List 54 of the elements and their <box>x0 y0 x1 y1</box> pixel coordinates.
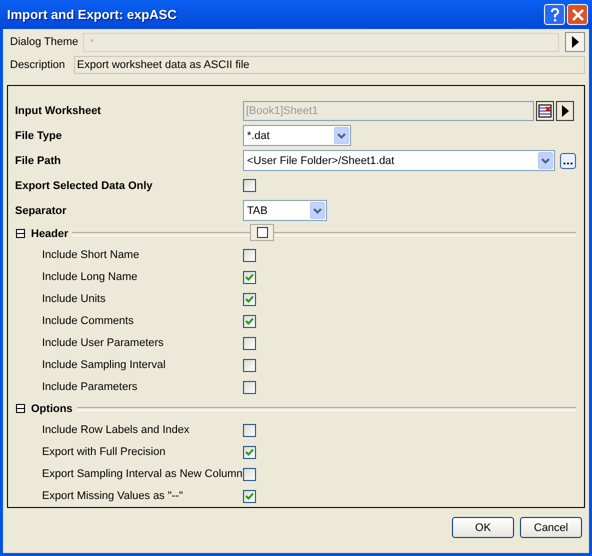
option-label: Include Comments <box>41 315 135 327</box>
checkbox[interactable] <box>243 380 256 394</box>
checkbox[interactable] <box>243 336 256 350</box>
field-label: File Type <box>15 130 63 142</box>
field-label: File Path <box>15 154 62 166</box>
option-label: Include Short Name <box>41 249 140 261</box>
cancel-button[interactable]: Cancel <box>520 517 582 538</box>
window-title: Import and Export: expASC <box>7 7 177 22</box>
caret-icon[interactable] <box>313 208 322 214</box>
field-label: Input Worksheet <box>15 104 102 116</box>
close-button[interactable] <box>567 4 588 25</box>
option-label: Export Sampling Interval as New Column <box>41 468 243 480</box>
arrow-right-icon[interactable] <box>561 104 569 116</box>
arrow-right-icon[interactable] <box>571 36 579 48</box>
theme-menu-button[interactable] <box>565 32 585 52</box>
ellipsis-icon[interactable] <box>563 162 573 164</box>
checkbox[interactable] <box>243 446 256 458</box>
collapse-icon[interactable] <box>16 404 25 413</box>
checkbox[interactable] <box>243 248 256 262</box>
close-icon[interactable] <box>570 8 584 22</box>
checkbox[interactable] <box>243 490 256 502</box>
option-label: Include Row Labels and Index <box>41 424 190 436</box>
field-label: Export Selected Data Only <box>15 180 154 192</box>
browse-button[interactable] <box>560 152 576 168</box>
checkbox[interactable] <box>243 292 256 306</box>
dropdown[interactable]: <User File Folder>/Sheet1.dat <box>243 150 555 171</box>
ok-button[interactable]: OK <box>452 517 514 538</box>
dropdown[interactable]: *.dat <box>243 125 351 146</box>
option-label: Include User Parameters <box>41 337 165 349</box>
description-field: Export worksheet data as ASCII file <box>74 56 585 74</box>
option-label: Include Long Name <box>41 271 138 283</box>
worksheet-select-icon[interactable] <box>536 100 554 120</box>
field-label: Separator <box>15 204 68 216</box>
checkbox[interactable] <box>243 358 256 372</box>
group-title: Header <box>31 228 68 240</box>
option-label: Export Missing Values as "--" <box>41 490 184 502</box>
checkbox[interactable] <box>243 270 256 284</box>
collapse-icon[interactable] <box>16 229 25 238</box>
option-label: Include Units <box>41 293 107 305</box>
caret-icon[interactable] <box>541 158 550 164</box>
checkbox[interactable] <box>243 468 256 480</box>
toggle-all-button[interactable] <box>250 224 274 240</box>
help-button[interactable] <box>544 4 565 25</box>
field-label: Description <box>9 59 66 71</box>
option-label: Include Parameters <box>41 381 138 393</box>
option-label: Include Sampling Interval <box>41 359 167 371</box>
dropdown[interactable]: TAB <box>243 200 327 221</box>
checkbox[interactable] <box>243 179 256 192</box>
option-label: Export with Full Precision <box>41 446 166 458</box>
checkbox[interactable] <box>243 424 256 436</box>
caret-icon[interactable] <box>337 132 346 138</box>
worksheet-menu-button[interactable] <box>556 100 574 120</box>
checkbox[interactable] <box>243 314 256 328</box>
group-title: Options <box>31 402 73 414</box>
